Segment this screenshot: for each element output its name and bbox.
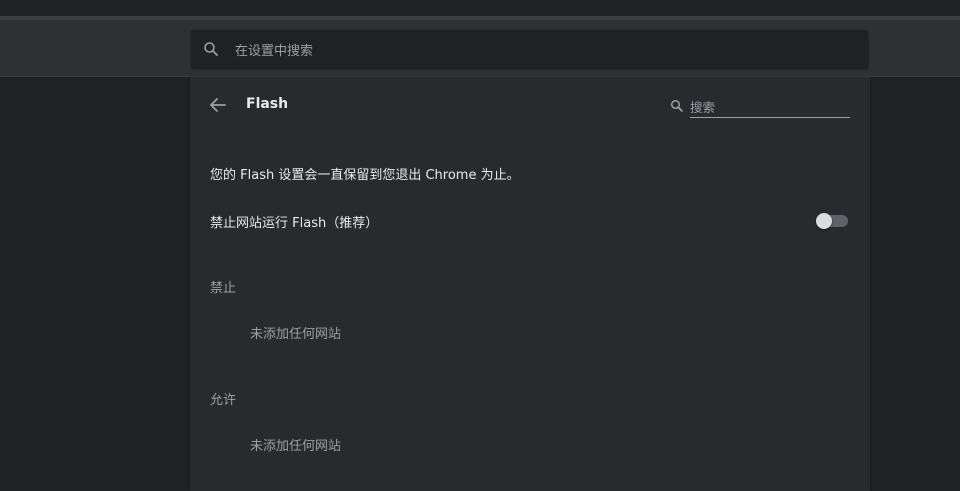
settings-toolbar: 在设置中搜索: [0, 20, 960, 77]
blocked-empty-text: 未添加任何网站: [250, 327, 342, 342]
flash-settings-card: Flash 搜索 您的 Flash 设置会一直保留到您退出 Chrome 为止。…: [190, 77, 870, 491]
page-search-placeholder: 搜索: [690, 100, 716, 115]
arrow-back-icon: [210, 98, 226, 112]
block-flash-label: 禁止网站运行 Flash（推荐）: [210, 216, 379, 231]
block-flash-toggle[interactable]: [816, 213, 848, 229]
allowed-empty-text: 未添加任何网站: [250, 439, 342, 454]
toggle-knob: [816, 213, 832, 229]
search-icon: [670, 98, 684, 112]
blocked-section-header: 禁止: [210, 281, 237, 296]
settings-search-input[interactable]: 在设置中搜索: [235, 40, 313, 59]
page-search-input[interactable]: 搜索: [690, 94, 850, 118]
allowed-section-header: 允许: [210, 393, 237, 408]
page-title: Flash: [246, 96, 289, 112]
settings-search-box[interactable]: 在设置中搜索: [191, 30, 868, 68]
search-icon: [203, 41, 219, 57]
back-button[interactable]: [206, 93, 230, 117]
session-notice: 您的 Flash 设置会一直保留到您退出 Chrome 为止。: [210, 168, 520, 183]
window-top-strip: [0, 0, 960, 16]
page-search-box[interactable]: 搜索: [670, 94, 850, 118]
